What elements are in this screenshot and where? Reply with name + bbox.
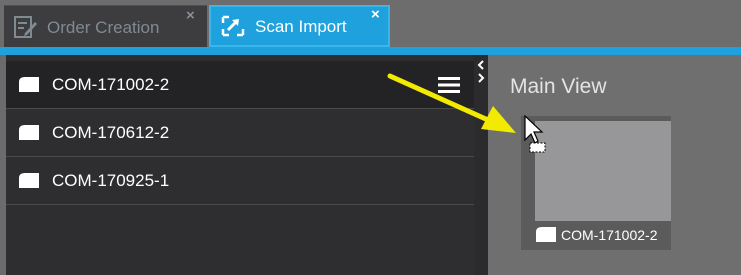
list-item-label: COM-170612-2: [52, 123, 170, 142]
list-item-label: COM-170925-1: [52, 171, 170, 190]
tab-order-creation-close-icon[interactable]: ×: [186, 8, 195, 23]
scan-import-icon: [221, 15, 245, 37]
hamburger-menu-icon[interactable]: [438, 77, 460, 93]
order-list-panel: COM-171002-2 COM-170612-2 COM-170925-1: [6, 55, 474, 275]
list-item[interactable]: COM-170612-2: [6, 109, 474, 157]
tab-order-creation-label: Order Creation: [47, 18, 160, 37]
tab-underline: [0, 47, 741, 55]
panel-splitter[interactable]: [474, 55, 488, 275]
chevron-right-icon[interactable]: [477, 73, 485, 83]
chevron-left-icon[interactable]: [477, 60, 485, 70]
tab-bar: Order Creation × Scan Import ×: [0, 0, 741, 55]
list-item[interactable]: COM-170925-1: [6, 157, 474, 205]
scan-icon: [536, 227, 556, 242]
tab-order-creation[interactable]: Order Creation ×: [4, 5, 207, 47]
scan-thumbnail: [535, 121, 671, 221]
tab-scan-import-close-icon[interactable]: ×: [371, 7, 380, 22]
scan-card[interactable]: COM-171002-2: [521, 116, 671, 250]
scan-card-label: COM-171002-2: [561, 227, 658, 243]
list-item-label: COM-171002-2: [52, 75, 170, 94]
scan-icon: [19, 173, 39, 188]
main-view-title: Main View: [510, 75, 607, 98]
tab-scan-import[interactable]: Scan Import ×: [209, 5, 390, 47]
order-creation-icon: [14, 16, 37, 38]
tab-scan-import-label: Scan Import: [255, 17, 347, 36]
main-view-panel[interactable]: Main View COM-171002-2: [488, 55, 741, 275]
scan-import-window: Order Creation × Scan Import × COM-17100…: [0, 0, 741, 275]
scan-icon: [19, 125, 39, 140]
scan-icon: [19, 77, 39, 92]
list-item[interactable]: COM-171002-2: [6, 61, 474, 109]
